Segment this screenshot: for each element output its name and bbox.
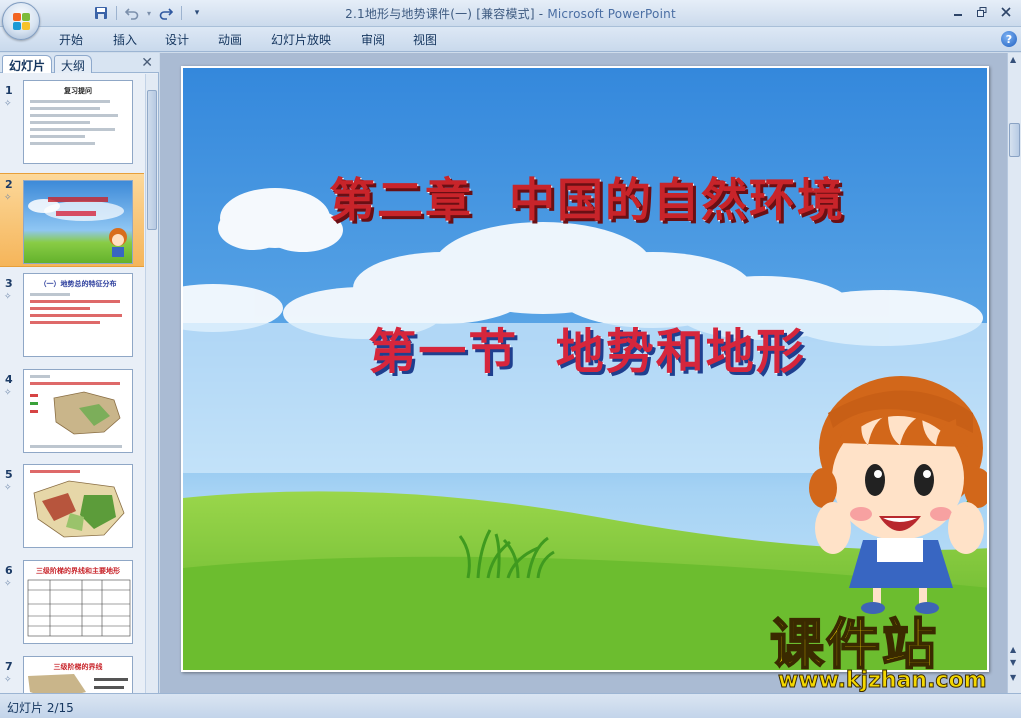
text-line bbox=[30, 375, 50, 378]
tab-animations[interactable]: 动画 bbox=[218, 31, 242, 49]
slide-number: 5 bbox=[5, 468, 13, 481]
ribbon-tabs: 开始 插入 设计 动画 幻灯片放映 审阅 视图 ? bbox=[0, 27, 1021, 52]
thumbnail-title: （一）地势总的特征分布 bbox=[39, 280, 117, 288]
pane-tab-strip: 幻灯片 大纲 ✕ bbox=[0, 53, 159, 73]
animation-star-icon: ✧ bbox=[4, 483, 12, 493]
tab-slide-show[interactable]: 幻灯片放映 bbox=[271, 31, 331, 49]
slide-thumbnail[interactable] bbox=[23, 369, 133, 453]
slide-thumbnail-row[interactable]: 7 ✧ 三级阶梯的界线 bbox=[0, 656, 144, 693]
slide-thumbnail-row[interactable]: 3 ✧ （一）地势总的特征分布 bbox=[0, 273, 144, 367]
previous-slide-icon[interactable]: ▲ bbox=[1010, 645, 1016, 654]
text-line bbox=[30, 121, 90, 124]
close-icon[interactable] bbox=[995, 3, 1017, 21]
tab-insert[interactable]: 插入 bbox=[113, 31, 137, 49]
slide-number: 7 bbox=[5, 660, 13, 673]
title-bar: ▾ ▾ 2.1地形与地势课件(一) [兼容模式] - Microsoft Pow… bbox=[0, 0, 1021, 27]
slides-pane-scrollbar[interactable] bbox=[145, 74, 158, 693]
text-line bbox=[30, 135, 85, 138]
thumbnail-preview bbox=[28, 197, 127, 257]
scrollbar-thumb[interactable] bbox=[1009, 123, 1020, 157]
slide-thumbnail-row[interactable]: 4 ✧ bbox=[0, 369, 144, 463]
slides-pane: 幻灯片 大纲 ✕ 1 ✧ 复习提问 2 ✧ 3 ✧ （一）地势总的特征分布 4 … bbox=[0, 53, 159, 693]
text-line bbox=[30, 142, 95, 145]
tab-slides[interactable]: 幻灯片 bbox=[2, 55, 53, 73]
slide-number: 4 bbox=[5, 373, 13, 386]
scrollbar-thumb[interactable] bbox=[147, 90, 157, 230]
close-icon[interactable]: ✕ bbox=[141, 55, 153, 71]
help-icon[interactable]: ? bbox=[1001, 31, 1017, 47]
main-vertical-scrollbar[interactable]: ▲ ▲ ▼ ▼ bbox=[1007, 53, 1021, 693]
slide-thumbnail[interactable]: （一）地势总的特征分布 bbox=[23, 273, 133, 357]
text-line bbox=[30, 382, 120, 385]
slide-thumbnail[interactable]: 三级阶梯的界线 bbox=[23, 656, 133, 693]
slide-thumbnail-row-selected[interactable]: 2 ✧ bbox=[0, 173, 144, 267]
status-bar: 幻灯片 2/15 bbox=[0, 693, 1021, 718]
animation-star-icon: ✧ bbox=[4, 193, 12, 203]
slide-number: 2 bbox=[5, 178, 13, 191]
watermark-logo: 课件站 bbox=[769, 613, 938, 676]
thumbnail-map bbox=[30, 391, 121, 435]
scroll-down-icon[interactable]: ▼ bbox=[1010, 673, 1016, 682]
app-name: Microsoft PowerPoint bbox=[547, 7, 676, 21]
tab-outline[interactable]: 大纲 bbox=[54, 55, 93, 73]
text-line bbox=[30, 114, 118, 117]
slide-thumbnail[interactable]: 复习提问 bbox=[23, 80, 133, 164]
slide-number: 3 bbox=[5, 277, 13, 290]
thumbnail-map bbox=[28, 674, 128, 693]
slide-number: 6 bbox=[5, 564, 13, 577]
office-logo-icon bbox=[13, 13, 30, 30]
text-line bbox=[30, 107, 100, 110]
text-line bbox=[30, 470, 80, 473]
office-button[interactable] bbox=[2, 2, 40, 40]
next-slide-icon[interactable]: ▼ bbox=[1010, 658, 1016, 667]
window-controls bbox=[947, 3, 1017, 21]
text-line bbox=[30, 293, 70, 296]
animation-star-icon: ✧ bbox=[4, 99, 12, 109]
text-line bbox=[30, 314, 122, 317]
animation-star-icon: ✧ bbox=[4, 292, 12, 302]
slide-thumbnail[interactable] bbox=[23, 464, 133, 548]
tab-home[interactable]: 开始 bbox=[59, 31, 83, 49]
thumbnail-map bbox=[33, 480, 125, 538]
slide-thumbnail-row[interactable]: 1 ✧ 复习提问 bbox=[0, 80, 144, 174]
slide-thumbnail[interactable]: 三级阶梯的界线和主要地形 bbox=[23, 560, 133, 644]
slide-thumbnail-row[interactable]: 6 ✧ 三级阶梯的界线和主要地形 bbox=[0, 560, 144, 654]
slide-edit-area: 第二章 中国的自然环境 第一节 地势和地形 bbox=[160, 53, 1007, 693]
thumbnail-title: 三级阶梯的界线和主要地形 bbox=[36, 567, 120, 575]
thumbnail-title: 复习提问 bbox=[64, 87, 92, 95]
slide-title-line-1[interactable]: 第二章 中国的自然环境 bbox=[183, 164, 987, 230]
slide-thumbnail[interactable] bbox=[23, 180, 133, 264]
scroll-up-icon[interactable]: ▲ bbox=[1010, 55, 1016, 64]
slide-canvas[interactable]: 第二章 中国的自然环境 第一节 地势和地形 bbox=[181, 66, 989, 672]
tab-view[interactable]: 视图 bbox=[413, 31, 437, 49]
window-title: 2.1地形与地势课件(一) [兼容模式] - Microsoft PowerPo… bbox=[0, 5, 1021, 22]
watermark-url: www.kjzhan.com bbox=[778, 668, 988, 694]
text-line bbox=[30, 307, 90, 310]
text-line bbox=[30, 128, 115, 131]
document-title: 2.1地形与地势课件(一) [兼容模式] bbox=[345, 7, 535, 21]
animation-star-icon: ✧ bbox=[4, 675, 12, 685]
thumbnail-title: 三级阶梯的界线 bbox=[53, 663, 103, 671]
slide-indicator: 幻灯片 2/15 bbox=[7, 701, 74, 715]
tab-review[interactable]: 审阅 bbox=[361, 31, 385, 49]
text-line bbox=[30, 100, 110, 103]
animation-star-icon: ✧ bbox=[4, 579, 12, 589]
slide-number: 1 bbox=[5, 84, 13, 97]
animation-star-icon: ✧ bbox=[4, 388, 12, 398]
slide-title-line-2[interactable]: 第一节 地势和地形 bbox=[183, 312, 987, 382]
slide-thumbnail-list: 1 ✧ 复习提问 2 ✧ 3 ✧ （一）地势总的特征分布 4 ✧ 5 ✧ 6 ✧… bbox=[0, 74, 144, 693]
tab-design[interactable]: 设计 bbox=[165, 31, 189, 49]
text-line bbox=[30, 321, 100, 324]
text-line bbox=[30, 445, 122, 448]
thumbnail-table bbox=[27, 579, 131, 637]
slide-thumbnail-row[interactable]: 5 ✧ bbox=[0, 464, 144, 558]
minimize-icon[interactable] bbox=[947, 3, 969, 21]
title-separator: - bbox=[534, 7, 548, 21]
restore-icon[interactable] bbox=[971, 3, 993, 21]
text-line bbox=[30, 300, 120, 303]
